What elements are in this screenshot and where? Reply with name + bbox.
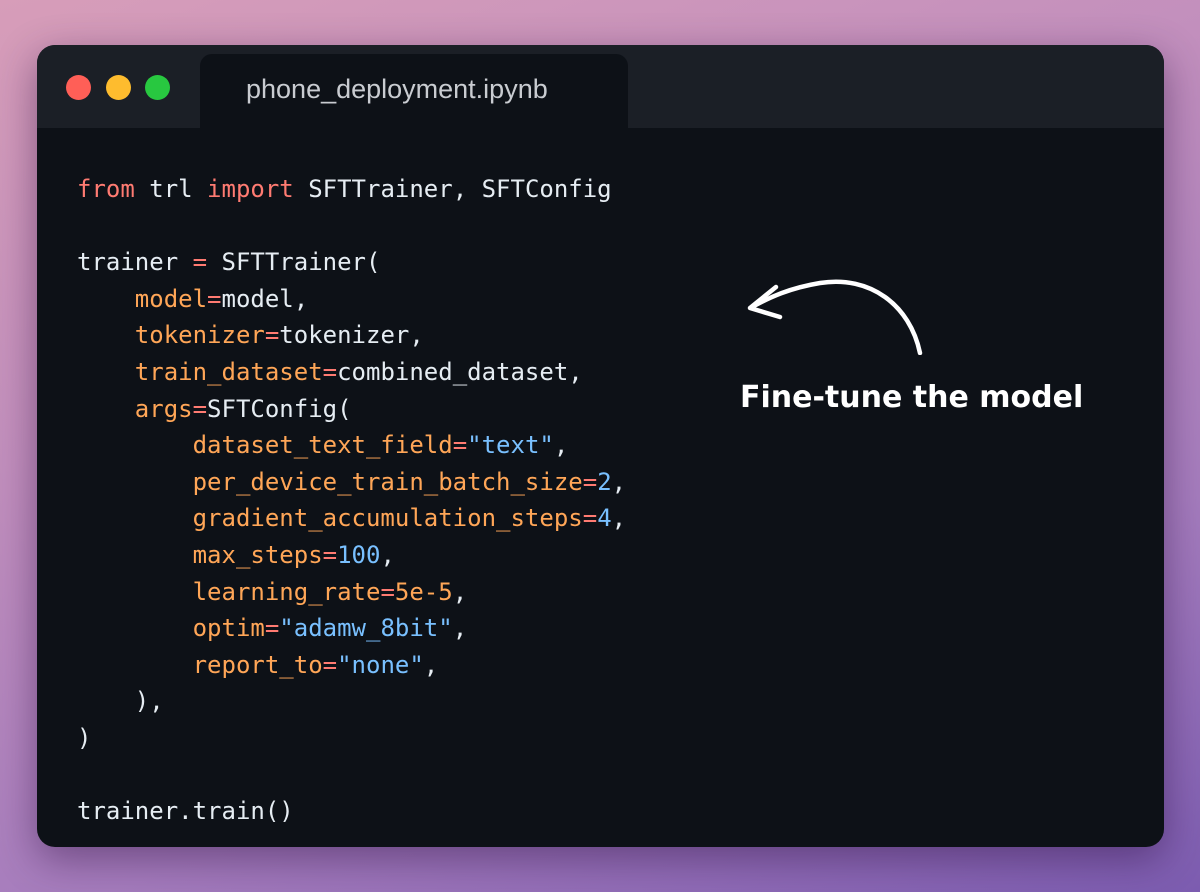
code-token: learning_rate xyxy=(192,577,381,606)
code-token: = xyxy=(582,467,598,496)
code-line: ​ xyxy=(77,208,626,245)
code-token: = xyxy=(322,650,338,679)
code-token: SFTConfig( xyxy=(207,394,352,423)
code-token: trainer xyxy=(77,248,193,277)
code-token: 2 xyxy=(597,467,612,496)
code-line: max_steps=100, xyxy=(77,537,626,574)
code-token: = xyxy=(380,577,395,606)
code-token: = xyxy=(582,504,598,533)
code-line: ​ xyxy=(77,757,626,794)
code-line: args=SFTConfig( xyxy=(77,391,626,428)
code-token: dataset_text_field xyxy=(192,431,453,460)
code-token: optim xyxy=(192,614,265,643)
code-token: trainer.train() xyxy=(77,797,294,826)
code-line: ), xyxy=(77,683,626,720)
code-line: optim="adamw_8bit", xyxy=(77,610,626,647)
code-token: from xyxy=(77,175,135,203)
code-token: = xyxy=(322,357,338,386)
code-line: tokenizer=tokenizer, xyxy=(77,317,626,354)
code-token: 100 xyxy=(337,540,381,569)
code-token: 4 xyxy=(597,504,612,533)
code-token: = xyxy=(452,431,468,460)
code-token: = xyxy=(264,321,280,350)
title-bar: phone_deployment.ipynb xyxy=(37,45,1164,128)
code-token: gradient_accumulation_steps xyxy=(192,504,583,533)
code-token: "text" xyxy=(467,431,554,460)
code-token: , xyxy=(380,540,395,569)
code-line: train_dataset=combined_dataset, xyxy=(77,354,626,391)
code-token: combined_dataset, xyxy=(337,357,583,386)
code-token: = xyxy=(264,614,280,643)
code-line: ) xyxy=(77,720,626,757)
code-line: from trl import SFTTrainer, SFTConfig xyxy=(77,171,626,208)
code-line: per_device_train_batch_size=2, xyxy=(77,464,627,501)
code-token: , xyxy=(452,577,468,606)
code-token: train_dataset xyxy=(134,357,323,386)
annotation-label: Fine-tune the model xyxy=(740,380,1084,415)
code-token: tokenizer, xyxy=(279,321,424,350)
code-token: , xyxy=(611,467,627,496)
code-token: report_to xyxy=(192,650,323,679)
code-line: report_to="none", xyxy=(77,647,626,684)
maximize-button[interactable] xyxy=(145,75,170,100)
close-button[interactable] xyxy=(66,75,91,100)
code-token: "adamw_8bit" xyxy=(279,614,453,643)
code-line: trainer = SFTTrainer( xyxy=(77,244,626,281)
code-token: , xyxy=(611,504,627,533)
code-line: model=model, xyxy=(77,281,626,318)
code-token: SFTTrainer, SFTConfig xyxy=(293,175,612,203)
code-token: max_steps xyxy=(192,540,323,569)
code-token: model, xyxy=(221,284,309,313)
code-token: 5e-5 xyxy=(394,577,453,606)
code-token: , xyxy=(553,431,569,460)
code-line: learning_rate=5e-5, xyxy=(77,574,626,611)
code-token: ) xyxy=(77,723,92,752)
code-block[interactable]: from trl import SFTTrainer, SFTConfig​tr… xyxy=(77,171,626,830)
code-line: dataset_text_field="text", xyxy=(77,427,626,464)
minimize-button[interactable] xyxy=(106,75,131,100)
tab-notebook[interactable]: phone_deployment.ipynb xyxy=(200,54,628,128)
code-token: = xyxy=(192,394,208,423)
code-token: , xyxy=(452,614,468,643)
code-line: trainer.train() xyxy=(77,793,626,830)
curved-arrow-icon xyxy=(747,279,923,355)
code-token: tokenizer xyxy=(134,321,265,350)
code-token: ), xyxy=(77,687,164,716)
code-line: gradient_accumulation_steps=4, xyxy=(77,500,627,537)
tab-title: phone_deployment.ipynb xyxy=(246,74,548,104)
code-token: = xyxy=(192,248,208,277)
code-token: "none" xyxy=(337,650,424,679)
code-token: args xyxy=(134,394,193,423)
code-token: = xyxy=(207,284,222,313)
code-window: phone_deployment.ipynb from trl import S… xyxy=(37,45,1164,847)
code-token: , xyxy=(423,650,439,679)
code-token: model xyxy=(134,284,208,313)
code-token: per_device_train_batch_size xyxy=(192,467,583,496)
code-token: = xyxy=(322,540,338,569)
code-token: trl xyxy=(134,175,208,203)
code-token: import xyxy=(207,175,294,203)
code-token: SFTTrainer( xyxy=(207,248,381,277)
